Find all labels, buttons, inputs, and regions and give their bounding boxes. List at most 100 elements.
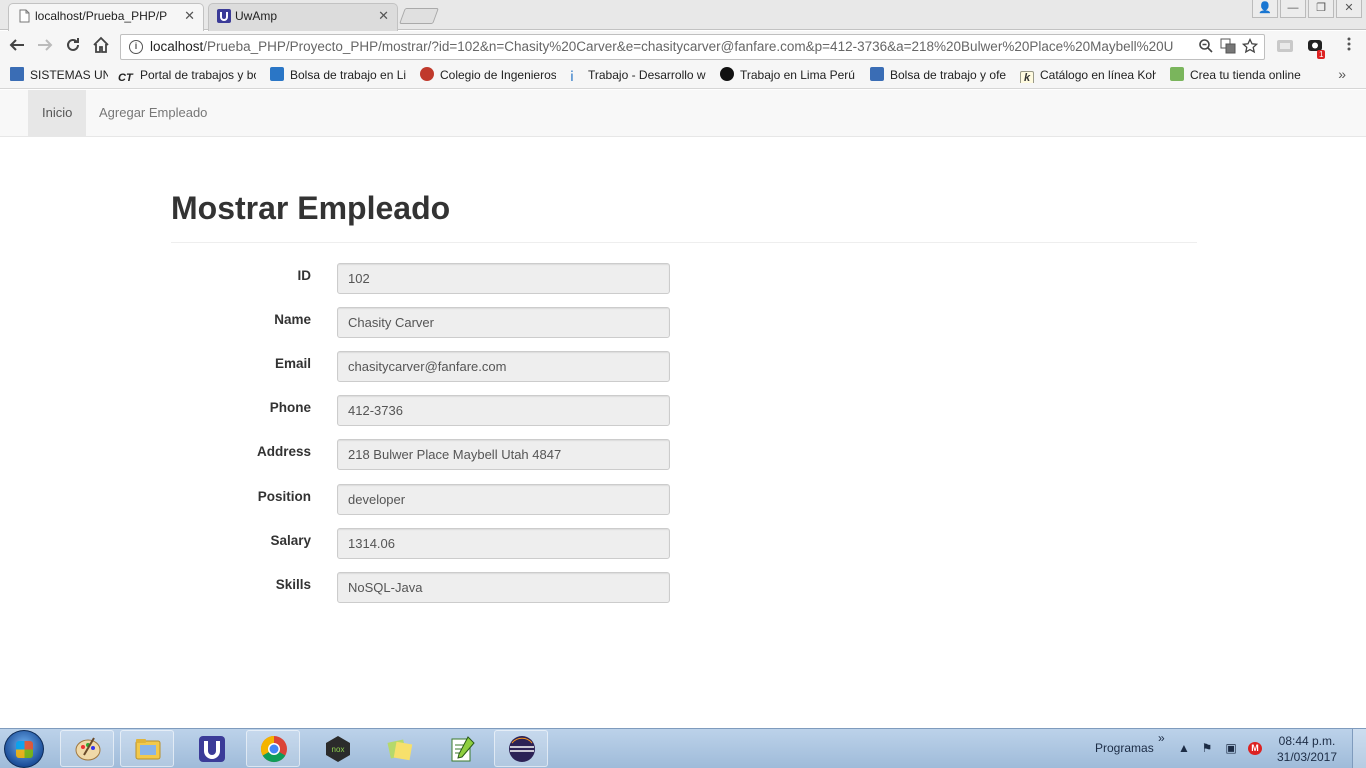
bookmark-label: Trabajo - Desarrollo w	[588, 68, 706, 82]
url-text[interactable]: localhost/Prueba_PHP/Proyecto_PHP/mostra…	[150, 35, 1190, 59]
chevron-up-icon[interactable]: ▲	[1177, 742, 1191, 755]
bolsa2-icon	[870, 67, 884, 81]
taskbar-app-paint[interactable]	[60, 730, 114, 767]
toolbar-label[interactable]: Programas	[1095, 741, 1154, 755]
field-label: Salary	[270, 533, 311, 548]
menu-dots-icon	[1347, 37, 1351, 51]
extension-badge: 1	[1317, 50, 1326, 59]
nav-agregar-empleado[interactable]: Agregar Empleado	[85, 90, 221, 136]
address-bar[interactable]: i localhost/Prueba_PHP/Proyecto_PHP/most…	[120, 34, 1265, 60]
notepadpp-icon	[451, 736, 475, 762]
close-window-button[interactable]: ✕	[1336, 0, 1362, 18]
minimize-button[interactable]: —	[1280, 0, 1306, 18]
close-icon[interactable]: ✕	[184, 4, 195, 28]
zoom-icon[interactable]	[1198, 38, 1214, 54]
colegio-icon	[420, 67, 434, 81]
translate-icon[interactable]	[1220, 38, 1236, 54]
forward-button[interactable]	[34, 36, 56, 58]
clock-time: 08:44 p.m.	[1278, 734, 1336, 748]
svg-text:nox: nox	[332, 745, 345, 754]
tab-title: localhost/Prueba_PHP/P	[35, 9, 168, 23]
form-row-id: ID 102	[171, 262, 671, 294]
reload-button[interactable]	[62, 36, 84, 58]
bookmark-label: Bolsa de trabajo en Lir	[290, 68, 406, 82]
field-label: Address	[256, 444, 311, 459]
bookmark-item[interactable]: Colegio de Ingenieros	[420, 67, 556, 83]
lima-icon	[720, 67, 734, 81]
extension-icon[interactable]	[1276, 38, 1294, 54]
bookmark-item[interactable]: Trabajo en Lima Perú	[720, 67, 856, 83]
email-field[interactable]: chasitycarver@fanfare.com	[337, 351, 670, 382]
form-row-email: Email chasitycarver@fanfare.com	[171, 350, 671, 382]
flag-icon[interactable]: ⚑	[1200, 742, 1214, 755]
name-field[interactable]: Chasity Carver	[337, 307, 670, 338]
tab-localhost[interactable]: localhost/Prueba_PHP/P ✕	[8, 3, 204, 31]
taskbar-app-uwamp[interactable]	[184, 730, 238, 767]
browser-toolbar: i localhost/Prueba_PHP/Proyecto_PHP/most…	[0, 31, 1366, 62]
koha-icon: k	[1020, 71, 1034, 83]
profile-icon[interactable]: 👤	[1252, 0, 1278, 18]
menu-button[interactable]	[1344, 36, 1354, 58]
bookmark-label: Portal de trabajos y bo	[140, 68, 256, 82]
form-row-address: Address 218 Bulwer Place Maybell Utah 48…	[171, 438, 671, 470]
field-label: Phone	[269, 400, 311, 415]
salary-field[interactable]: 1314.06	[337, 528, 670, 559]
taskbar-app-sticky-notes[interactable]	[372, 730, 426, 767]
id-field[interactable]: 102	[337, 263, 670, 294]
info-icon[interactable]: i	[129, 40, 143, 54]
reload-icon	[67, 38, 79, 51]
bookmark-item[interactable]: CT Portal de trabajos y bo	[118, 67, 256, 83]
browser-tab-strip: localhost/Prueba_PHP/P ✕ UwAmp ✕ 👤 — ❐ ✕	[0, 0, 1366, 31]
show-desktop-button[interactable]	[1352, 729, 1366, 768]
form-row-phone: Phone 412-3736	[171, 394, 671, 426]
close-icon[interactable]: ✕	[378, 4, 389, 28]
chevron-right-icon[interactable]: »	[1338, 66, 1346, 82]
bookmark-item[interactable]: Bolsa de trabajo en Lir	[270, 67, 406, 83]
form-row-skills: Skills NoSQL-Java	[171, 571, 671, 603]
bookmark-item[interactable]: Bolsa de trabajo y ofe	[870, 67, 1006, 83]
restore-button[interactable]: ❐	[1308, 0, 1334, 18]
bolsa-icon	[270, 67, 284, 81]
phone-field[interactable]: 412-3736	[337, 395, 670, 426]
bookmark-item[interactable]: k Catálogo en línea Koh	[1020, 67, 1156, 83]
chrome-icon	[260, 735, 287, 763]
back-button[interactable]	[6, 36, 28, 58]
bookmark-item[interactable]: ⅰ Trabajo - Desarrollo w	[570, 67, 706, 83]
taskbar-app-eclipse[interactable]	[494, 730, 548, 767]
taskbar-app-nox[interactable]: nox	[310, 730, 364, 767]
home-button[interactable]	[90, 36, 112, 58]
chevron-double-right-icon[interactable]: »	[1158, 731, 1165, 745]
mega-icon[interactable]: M	[1248, 742, 1262, 755]
paint-icon	[75, 737, 101, 761]
taskbar-app-explorer[interactable]	[120, 730, 174, 767]
page-icon	[19, 9, 30, 23]
star-icon[interactable]	[1242, 38, 1258, 54]
system-clock[interactable]: 08:44 p.m. 31/03/2017	[1274, 733, 1340, 765]
field-label: Skills	[275, 577, 311, 592]
nav-inicio[interactable]: Inicio	[28, 90, 87, 136]
sticky-notes-icon	[387, 739, 413, 761]
taskbar-app-chrome[interactable]	[246, 730, 300, 767]
bookmark-label: Colegio de Ingenieros	[440, 68, 556, 82]
trabajo-icon: ⅰ	[570, 68, 574, 83]
extension-badge-button[interactable]: 1	[1307, 38, 1327, 59]
url-host: localhost	[150, 39, 204, 54]
tab-title: UwAmp	[235, 9, 278, 23]
new-tab-button[interactable]	[399, 8, 439, 24]
bookmark-item[interactable]: Crea tu tienda online	[1170, 67, 1306, 83]
bookmark-item[interactable]: SISTEMAS UNI	[10, 67, 108, 83]
divider	[171, 242, 1197, 243]
position-field[interactable]: developer	[337, 484, 670, 515]
omnibox-icons	[1198, 38, 1258, 54]
start-button[interactable]	[4, 730, 44, 768]
tab-uwamp[interactable]: UwAmp ✕	[208, 3, 398, 31]
address-field[interactable]: 218 Bulwer Place Maybell Utah 4847	[337, 439, 670, 470]
bookmark-label: Trabajo en Lima Perú	[740, 68, 855, 82]
field-label: Position	[257, 489, 311, 504]
uwamp-icon	[217, 9, 231, 23]
clock-date: 31/03/2017	[1276, 750, 1338, 764]
network-icon[interactable]: ▣	[1224, 742, 1238, 755]
skills-field[interactable]: NoSQL-Java	[337, 572, 670, 603]
bookmarks-bar: SISTEMAS UNI CT Portal de trabajos y bo B…	[0, 62, 1366, 89]
taskbar-app-notepadpp[interactable]	[434, 730, 488, 767]
